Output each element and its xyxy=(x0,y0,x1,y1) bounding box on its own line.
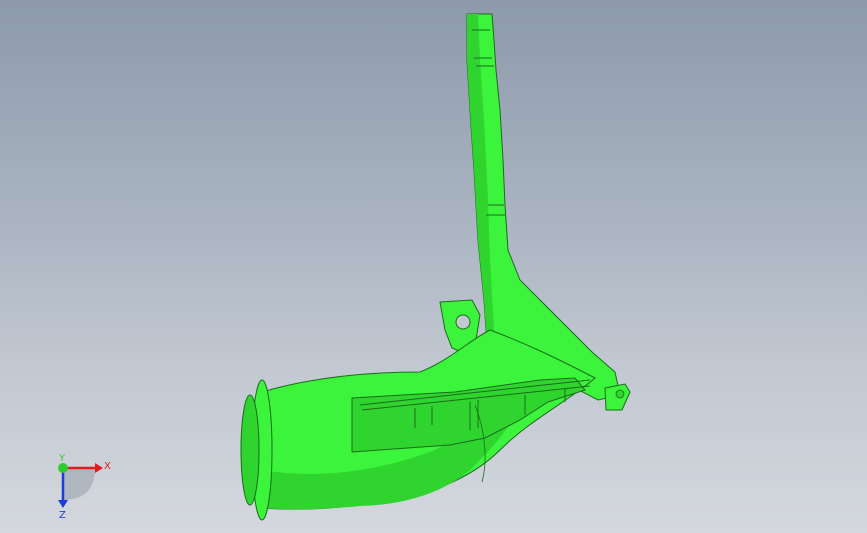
graphics-viewport[interactable]: X Y Z xyxy=(0,0,867,533)
mounting-hole[interactable] xyxy=(455,314,471,330)
y-axis-label: Y xyxy=(58,453,66,464)
duct-opening xyxy=(240,394,260,506)
x-axis-arrow xyxy=(95,463,103,473)
pin-boss xyxy=(615,389,625,399)
y-axis-dot xyxy=(58,463,68,473)
triad-shadow xyxy=(63,468,95,500)
x-axis-label: X xyxy=(104,461,111,472)
z-axis-label: Z xyxy=(59,510,66,521)
coordinate-triad: X Y Z xyxy=(58,453,111,521)
part-model[interactable] xyxy=(0,0,867,533)
z-axis-arrow xyxy=(58,500,68,508)
